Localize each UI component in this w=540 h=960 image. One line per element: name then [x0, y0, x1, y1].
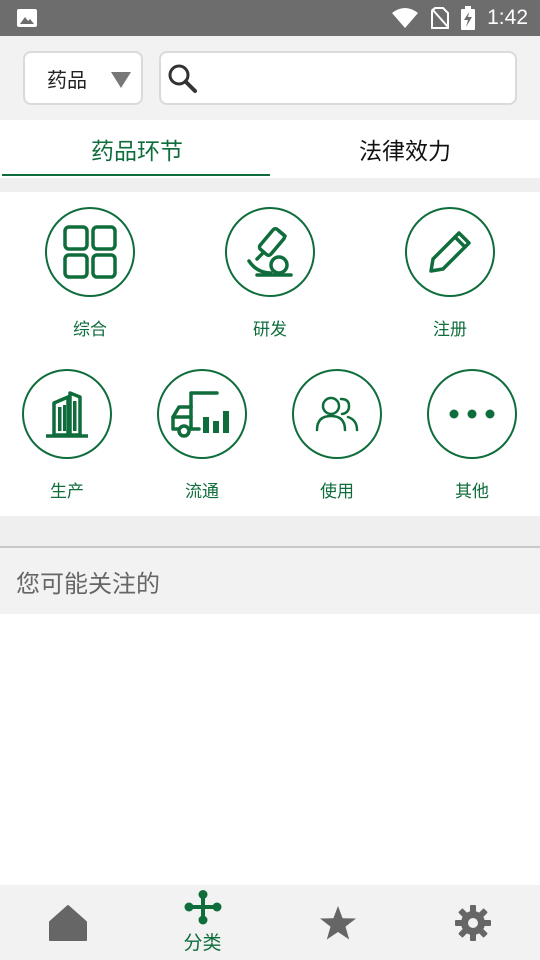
recommend-section-title: 您可能关注的	[0, 548, 540, 614]
category-label: 其他	[455, 482, 489, 502]
search-icon	[168, 64, 197, 93]
category-registration[interactable]: 注册	[390, 207, 510, 340]
nav-category[interactable]: 分类	[135, 885, 270, 960]
status-bar: 1:42	[0, 0, 540, 36]
gear-icon	[454, 904, 491, 941]
tab-bar: 药品环节 法律效力	[0, 120, 540, 178]
home-icon	[48, 904, 87, 941]
category-production[interactable]: 生产	[7, 369, 127, 502]
battery-charging-icon	[461, 6, 476, 30]
section-gap	[0, 178, 540, 192]
tab-legal-effect[interactable]: 法律效力	[270, 120, 540, 178]
category-label: 综合	[73, 320, 107, 340]
category-other[interactable]: 其他	[412, 369, 532, 502]
pencil-icon	[429, 231, 471, 273]
nav-settings[interactable]	[405, 885, 540, 960]
category-comprehensive[interactable]: 综合	[30, 207, 150, 340]
category-research[interactable]: 研发	[210, 207, 330, 340]
microscope-icon	[247, 227, 293, 277]
category-label: 流通	[185, 482, 219, 502]
truck-icon	[171, 391, 229, 438]
search-box[interactable]	[159, 51, 517, 105]
category-usage[interactable]: 使用	[277, 369, 397, 502]
grid-icon	[63, 225, 117, 279]
image-notification-icon	[17, 9, 37, 27]
category-label: 注册	[433, 320, 467, 340]
category-label: 使用	[320, 482, 354, 502]
nav-favorites[interactable]	[270, 885, 405, 960]
category-grid: 综合 研发 注册 生产 流通 使用 其他	[0, 192, 540, 516]
building-icon	[46, 391, 88, 438]
bottom-nav: 分类	[0, 885, 540, 960]
category-icon	[184, 890, 221, 925]
category-dropdown[interactable]: 药品	[23, 51, 143, 105]
no-sim-icon	[431, 7, 450, 29]
category-label: 研发	[253, 320, 287, 340]
users-icon	[315, 396, 359, 432]
search-row: 药品	[0, 36, 540, 120]
chevron-down-icon	[111, 72, 131, 88]
category-distribution[interactable]: 流通	[142, 369, 262, 502]
nav-category-label: 分类	[183, 932, 222, 954]
category-label: 生产	[50, 482, 84, 502]
tab-indicator	[2, 174, 270, 176]
tab-drug-stage[interactable]: 药品环节	[2, 120, 272, 178]
wifi-icon	[392, 8, 419, 28]
category-dropdown-label: 药品	[47, 67, 87, 92]
search-input[interactable]	[207, 61, 507, 95]
section-gap	[0, 516, 540, 546]
star-icon	[319, 905, 356, 939]
nav-home[interactable]	[0, 885, 135, 960]
more-icon	[449, 409, 495, 419]
status-time: 1:42	[487, 6, 528, 29]
